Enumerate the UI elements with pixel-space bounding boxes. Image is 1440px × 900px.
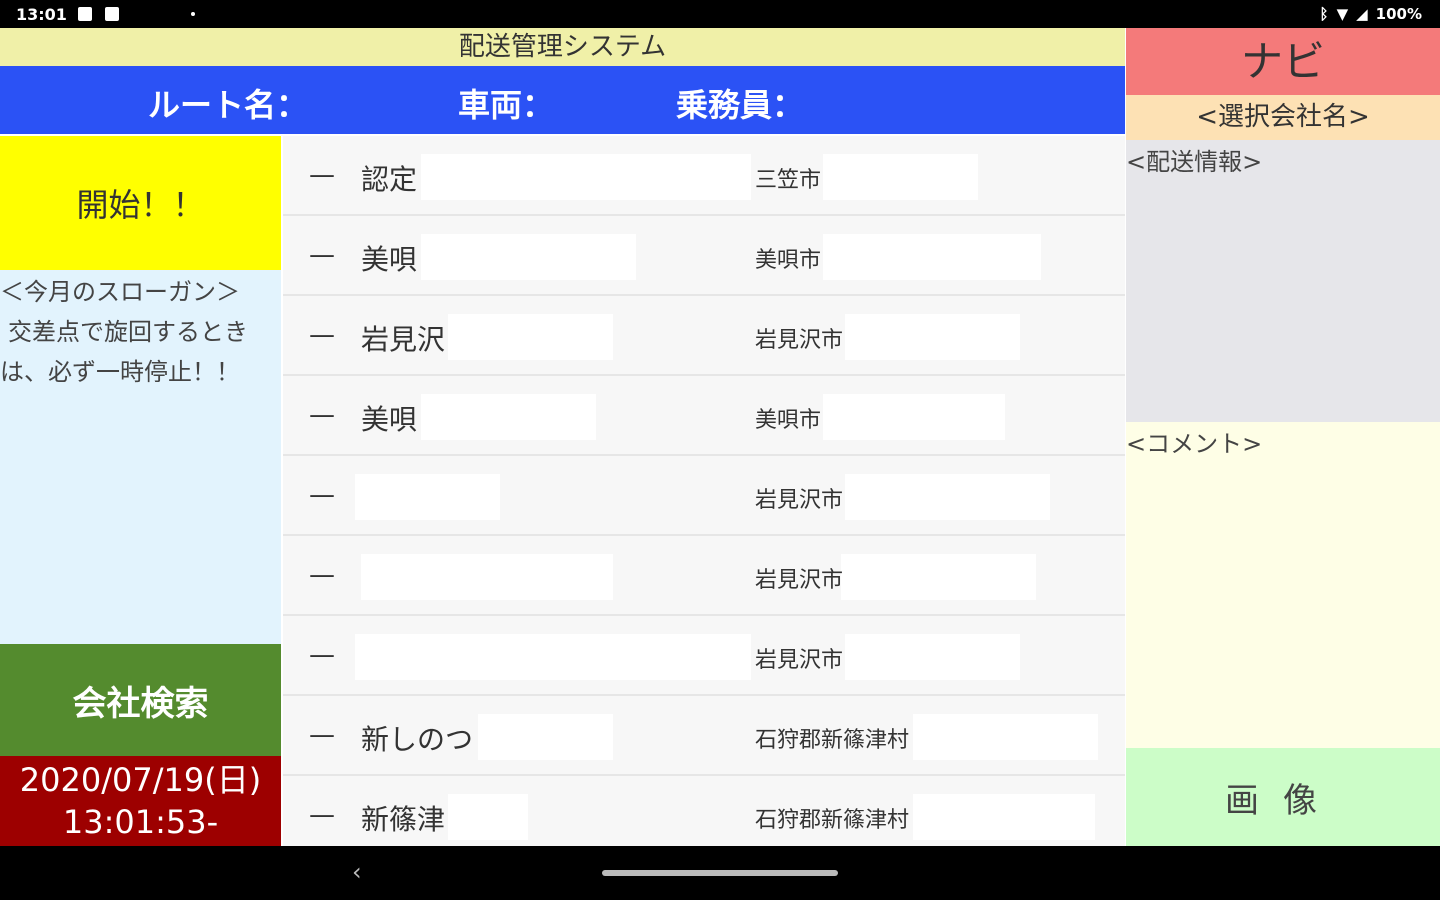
datetime-display: 2020/07/19(日) 13:01:53- (0, 756, 281, 846)
status-bar: 13:01 ᛒ ▼ ◢ 100% (0, 0, 1440, 28)
list-item-city: 岩見沢市 (755, 488, 844, 513)
status-time: 13:01 (16, 5, 67, 24)
dash-icon: — (309, 240, 335, 270)
notification-icon (105, 7, 119, 21)
app-title: 配送管理システム (0, 28, 1125, 66)
dash-icon: — (309, 400, 335, 430)
date-text: 2020/07/19(日) (19, 761, 262, 799)
vehicle-label: 車両： (458, 86, 555, 124)
delivery-list: — 認定 三笠市 — 美唄 美唄市 — 岩見沢 岩見沢市 — 美唄 美唄市 — … (283, 136, 1125, 846)
time-text: 13:01:53- (62, 803, 219, 841)
list-item[interactable]: — 新しのつ 石狩郡新篠津村 (283, 696, 1125, 776)
list-item-city: 岩見沢市 (755, 568, 844, 593)
signal-icon: ◢ (1356, 5, 1368, 23)
crew-label: 乗務員： (676, 86, 805, 124)
chevron-left-icon[interactable]: ‹ (352, 858, 362, 886)
route-info-bar: ルート名： 車両： 乗務員： (0, 66, 1125, 134)
list-item[interactable]: — 岩見沢市 (283, 456, 1125, 536)
list-item-name: 美唄 (361, 243, 418, 276)
notification-icon (78, 7, 92, 21)
status-indicators: ᛒ ▼ ◢ 100% (1320, 5, 1422, 23)
dash-icon: — (309, 160, 335, 190)
list-item-city: 美唄市 (755, 248, 822, 273)
start-button[interactable]: 開始！！ (0, 136, 281, 270)
list-item-name: 美唄 (361, 403, 418, 436)
list-item[interactable]: — 美唄 美唄市 (283, 376, 1125, 456)
system-nav-bar: ‹ (0, 846, 1440, 900)
delivery-info-label: <配送情報> (1126, 148, 1263, 176)
list-item[interactable]: — 新篠津 石狩郡新篠津村 (283, 776, 1125, 846)
slogan-panel: ＜今月のスローガン＞ 交差点で旋回するとき は、必ず一時停止！！ (0, 270, 281, 644)
list-item[interactable]: — 岩見沢 岩見沢市 (283, 296, 1125, 376)
list-item-city: 石狩郡新篠津村 (755, 728, 910, 753)
dash-icon: — (309, 800, 335, 830)
image-button[interactable]: 画像 (1126, 748, 1440, 846)
list-item-name: 新しのつ (361, 723, 474, 756)
app-screen: 配送管理システム ルート名： 車両： 乗務員： 開始！！ ＜今月のスローガン＞ … (0, 28, 1440, 846)
dash-icon: — (309, 640, 335, 670)
list-item-city: 石狩郡新篠津村 (755, 808, 910, 833)
dash-icon: — (309, 320, 335, 350)
list-item-name: 認定 (361, 163, 418, 196)
list-item-name: 新篠津 (361, 803, 446, 836)
list-item-city: 三笠市 (755, 168, 822, 193)
list-item-city: 岩見沢市 (755, 648, 844, 673)
battery-level: 100% (1375, 5, 1422, 23)
list-item[interactable]: — 美唄 美唄市 (283, 216, 1125, 296)
bluetooth-icon: ᛒ (1319, 5, 1329, 23)
list-item-name: 岩見沢 (361, 323, 446, 356)
delivery-info-panel: <配送情報> (1126, 140, 1440, 422)
slogan-text-line: 交差点で旋回するとき (8, 318, 248, 346)
dash-icon: — (309, 720, 335, 750)
list-item-city: 美唄市 (755, 408, 822, 433)
dash-icon: — (309, 560, 335, 590)
home-pill-icon[interactable] (602, 870, 838, 876)
comment-label: <コメント> (1126, 430, 1263, 458)
list-item-city: 岩見沢市 (755, 328, 844, 353)
navi-title[interactable]: ナビ (1126, 28, 1440, 95)
wifi-icon: ▼ (1336, 5, 1349, 23)
slogan-title: ＜今月のスローガン＞ (0, 278, 240, 306)
list-item[interactable]: — 認定 三笠市 (283, 136, 1125, 216)
selected-company-label: <選択会社名> (1126, 95, 1440, 140)
comment-panel: <コメント> (1126, 422, 1440, 748)
dash-icon: — (309, 480, 335, 510)
slogan-text-line: は、必ず一時停止！！ (0, 358, 240, 386)
company-search-button[interactable]: 会社検索 (0, 644, 281, 756)
list-item[interactable]: — 岩見沢市 (283, 616, 1125, 696)
route-name-label: ルート名： (148, 86, 309, 124)
list-item[interactable]: — 岩見沢市 (283, 536, 1125, 616)
notification-dot-icon (191, 12, 195, 16)
